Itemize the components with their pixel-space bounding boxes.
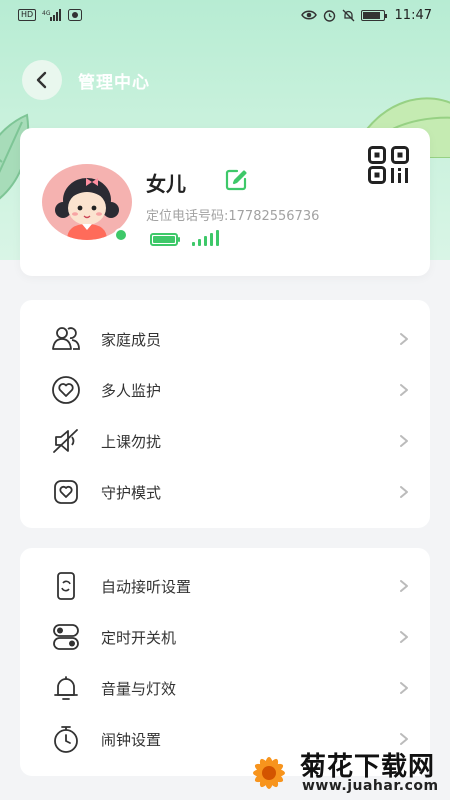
location-phone-number: 定位电话号码:17782556736	[146, 209, 320, 224]
avatar-wrap[interactable]	[42, 164, 132, 242]
header: 管理中心	[22, 60, 150, 100]
back-button[interactable]	[22, 60, 62, 100]
device-battery-icon	[150, 233, 180, 246]
menu-card-1: 家庭成员 多人监护 上课勿扰 守护模式	[20, 300, 430, 528]
chevron-right-icon	[400, 631, 408, 643]
menu-item-family-members[interactable]: 家庭成员	[20, 313, 430, 365]
signal-bar	[210, 233, 213, 246]
menu-label: 自动接听设置	[101, 577, 192, 596]
online-status-dot	[114, 228, 128, 242]
chevron-left-icon	[36, 71, 47, 89]
status-time: 11:47	[394, 7, 432, 23]
menu-item-auto-answer[interactable]: 自动接听设置	[20, 560, 430, 612]
menu-label: 音量与灯效	[101, 679, 177, 698]
device-indicators	[150, 228, 219, 246]
chevron-right-icon	[400, 384, 408, 396]
device-battery-fill	[153, 236, 175, 243]
status-bar: HD 4G 11:47	[0, 0, 450, 30]
menu-item-guard-mode[interactable]: 守护模式	[20, 466, 430, 518]
hd-indicator: HD	[18, 9, 37, 21]
phone-battery-icon	[360, 9, 387, 21]
chevron-right-icon	[400, 682, 408, 694]
heart-shield-icon	[52, 376, 80, 404]
status-right: 11:47	[300, 7, 432, 23]
chevron-right-icon	[400, 435, 408, 447]
alarm-icon	[323, 9, 335, 22]
phone-battery-fill	[362, 11, 380, 19]
status-left: HD 4G	[18, 9, 83, 21]
bell-icon	[54, 676, 78, 700]
chrysanthemum-logo-icon	[253, 757, 285, 789]
svg-text:4G: 4G	[42, 10, 51, 17]
guard-heart-icon	[54, 480, 78, 504]
chevron-right-icon	[400, 486, 408, 498]
page-title: 管理中心	[78, 72, 150, 93]
alarm-clock-icon	[54, 726, 78, 753]
signal-bar	[192, 242, 195, 246]
app-notification-icon	[68, 9, 83, 21]
menu-item-volume-lighting[interactable]: 音量与灯效	[20, 662, 430, 714]
signal-bar	[216, 230, 219, 246]
chevron-right-icon	[400, 333, 408, 345]
edit-icon[interactable]	[224, 168, 248, 192]
menu-label: 多人监护	[101, 381, 162, 400]
menu-label: 定时开关机	[101, 628, 177, 647]
menu-item-scheduled-power[interactable]: 定时开关机	[20, 611, 430, 663]
family-members-icon	[52, 327, 80, 350]
menu-label: 闹钟设置	[101, 730, 162, 749]
profile-card: 女儿 定位电话号码:17782556736	[20, 128, 430, 276]
cellular-signal-icon: 4G	[42, 9, 62, 21]
menu-item-class-do-not-disturb[interactable]: 上课勿扰	[20, 415, 430, 467]
device-signal-icon	[192, 228, 219, 246]
chevron-right-icon	[400, 580, 408, 592]
watermark: 菊花下载网 www.juahar.com	[238, 742, 450, 800]
signal-bar	[204, 236, 207, 246]
eye-icon	[300, 10, 317, 20]
signal-bar	[198, 239, 201, 246]
mute-bell-icon	[342, 9, 354, 21]
menu-label: 守护模式	[101, 483, 162, 502]
phone-auto-answer-icon	[57, 572, 75, 600]
menu-label: 上课勿扰	[101, 432, 162, 451]
menu-item-multi-guardian[interactable]: 多人监护	[20, 364, 430, 416]
mute-speaker-icon	[53, 429, 78, 453]
watermark-url: www.juahar.com	[302, 778, 439, 794]
qr-code-icon[interactable]	[368, 146, 410, 184]
toggle-switch-icon	[53, 624, 79, 650]
menu-label: 家庭成员	[101, 330, 162, 349]
profile-name: 女儿	[146, 172, 186, 196]
